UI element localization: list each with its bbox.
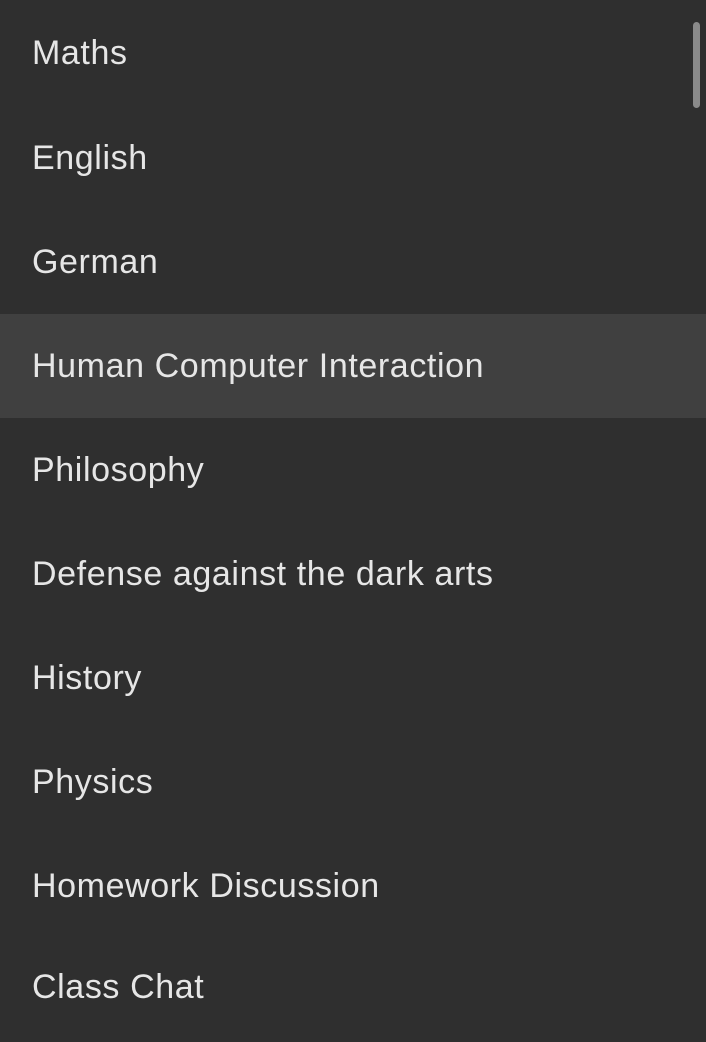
menu-item-german[interactable]: German (0, 210, 706, 314)
menu-item-label: Maths (32, 33, 128, 72)
subject-list: Maths English German Human Computer Inte… (0, 0, 706, 1036)
menu-item-human-computer-interaction[interactable]: Human Computer Interaction (0, 314, 706, 418)
menu-item-maths[interactable]: Maths (0, 0, 706, 106)
menu-item-label: Philosophy (32, 450, 205, 489)
menu-item-label: Class Chat (32, 967, 205, 1006)
menu-item-label: Physics (32, 762, 154, 801)
menu-item-english[interactable]: English (0, 106, 706, 210)
menu-item-label: History (32, 658, 142, 697)
menu-item-philosophy[interactable]: Philosophy (0, 418, 706, 522)
menu-item-history[interactable]: History (0, 626, 706, 730)
menu-item-defense-against-the-dark-arts[interactable]: Defense against the dark arts (0, 522, 706, 626)
scrollbar-thumb[interactable] (693, 22, 700, 108)
menu-item-label: Homework Discussion (32, 866, 380, 905)
menu-item-label: Defense against the dark arts (32, 554, 494, 593)
menu-item-physics[interactable]: Physics (0, 730, 706, 834)
menu-item-class-chat[interactable]: Class Chat (0, 938, 706, 1036)
subject-menu: Maths English German Human Computer Inte… (0, 0, 706, 1042)
menu-item-label: German (32, 242, 159, 281)
menu-item-homework-discussion[interactable]: Homework Discussion (0, 834, 706, 938)
menu-item-label: English (32, 138, 148, 177)
menu-item-label: Human Computer Interaction (32, 346, 485, 385)
